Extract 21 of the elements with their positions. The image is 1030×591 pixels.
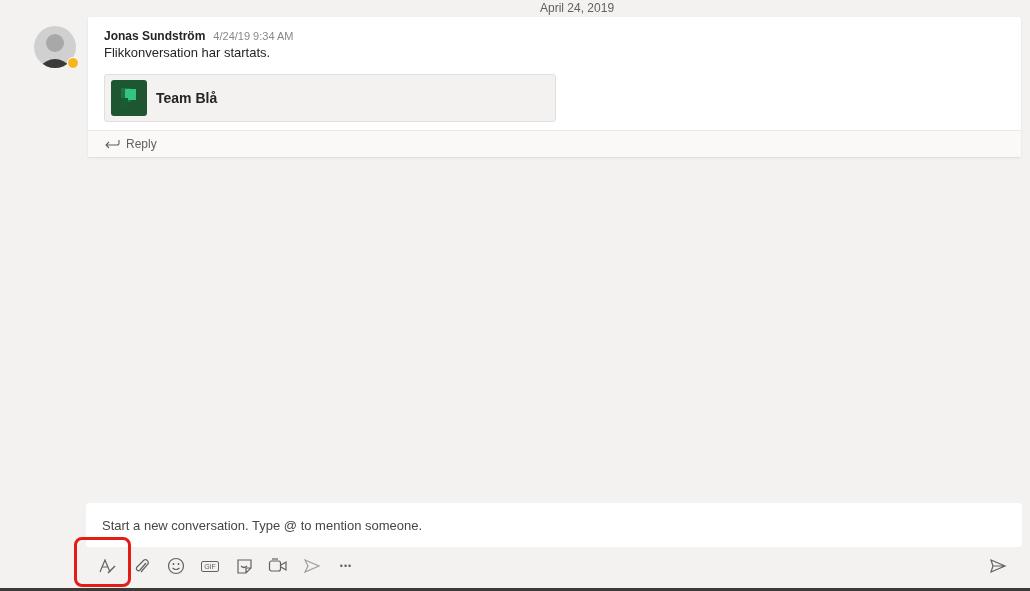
tab-card[interactable]: Team Blå xyxy=(104,74,556,122)
emoji-icon xyxy=(167,557,185,575)
reply-button[interactable]: Reply xyxy=(104,137,157,151)
reply-arrow-icon xyxy=(104,139,120,149)
format-icon xyxy=(98,557,118,575)
avatar xyxy=(34,26,76,68)
send-icon xyxy=(989,558,1007,574)
message-text: Flikkonversation har startats. xyxy=(104,45,272,60)
date-divider: April 24, 2019 xyxy=(540,1,615,15)
author-name: Jonas Sundström xyxy=(104,29,206,43)
send-arrow-icon xyxy=(303,558,321,574)
sticker-icon xyxy=(235,557,253,575)
planner-icon xyxy=(111,80,147,116)
tab-title: Team Blå xyxy=(156,90,218,106)
status-badge xyxy=(67,57,79,69)
video-camera-icon xyxy=(268,557,288,575)
more-icon: ••• xyxy=(339,561,353,571)
paperclip-icon xyxy=(135,557,149,575)
timestamp: 4/24/19 9:34 AM xyxy=(213,30,294,42)
toolbar-button[interactable]: ••• xyxy=(332,554,360,578)
message-field[interactable]: Start a new conversation. Type @ to mention someone. xyxy=(86,503,1022,547)
